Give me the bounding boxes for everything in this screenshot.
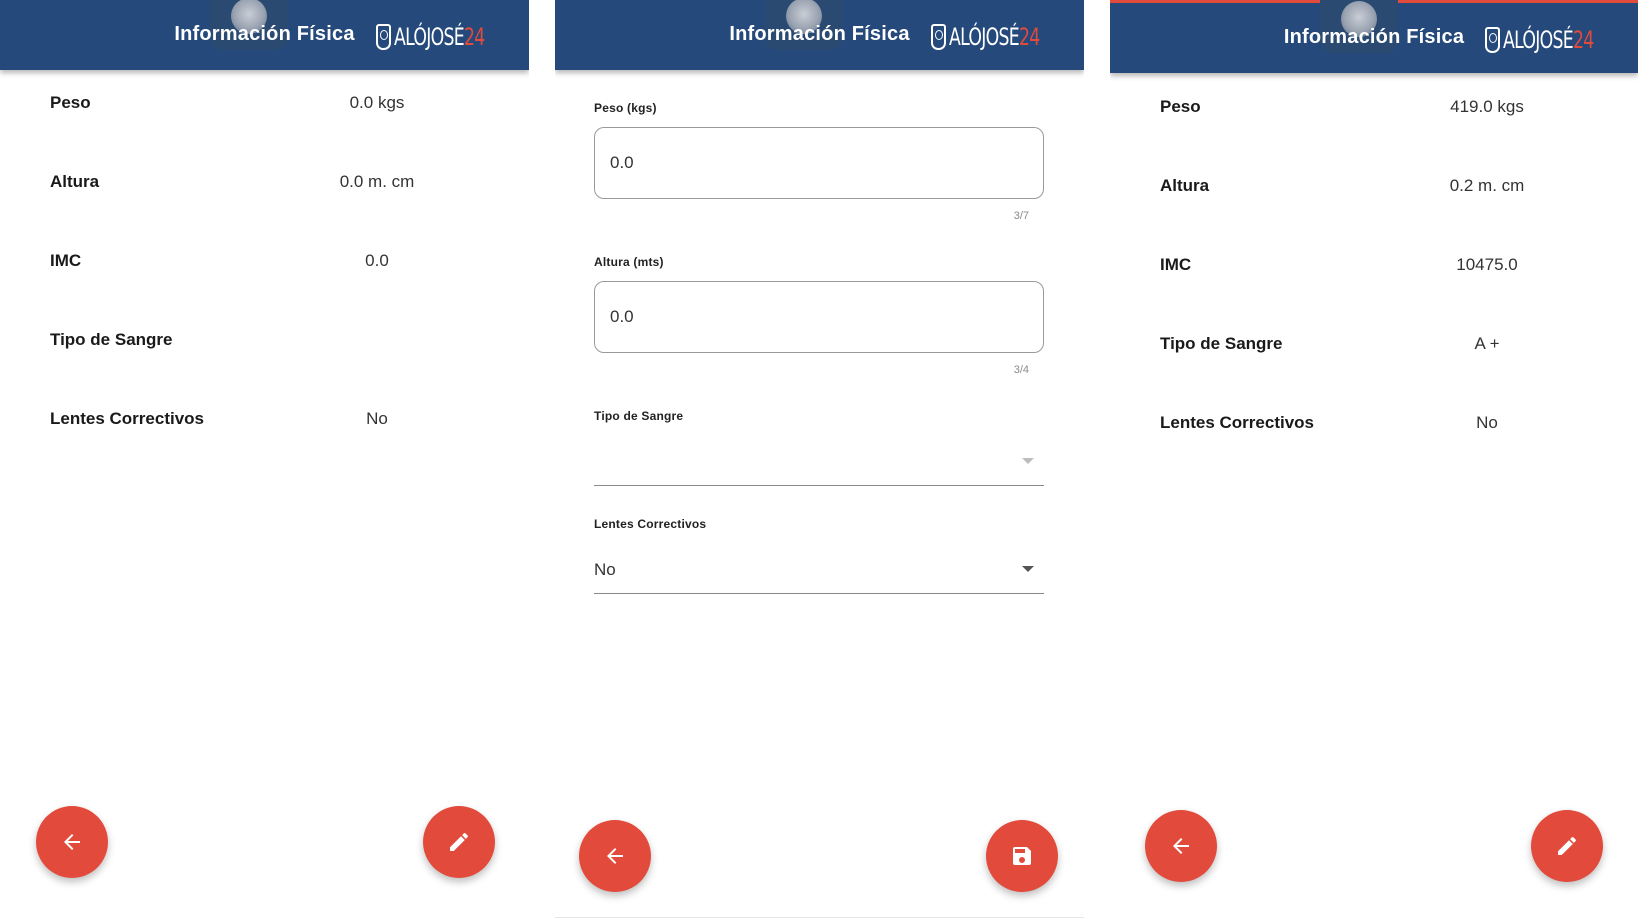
info-label: Lentes Correctivos	[1160, 413, 1314, 432]
info-label: IMC	[50, 251, 82, 270]
arrow-left-icon	[1173, 838, 1189, 854]
floppy-disk-icon	[1013, 847, 1031, 865]
info-row-lentes: Lentes Correctivos No	[50, 409, 474, 439]
altura-label: Altura (mts)	[594, 255, 664, 269]
edit-button[interactable]	[1531, 810, 1603, 882]
lentes-label: Lentes Correctivos	[594, 517, 707, 531]
info-row-peso: Peso 419.0 kgs	[1160, 97, 1584, 127]
logo-mark-icon	[931, 24, 947, 50]
lentes-value: No	[594, 560, 616, 579]
altura-field[interactable]	[594, 281, 1044, 353]
peso-input[interactable]	[610, 150, 1010, 176]
pencil-icon	[1558, 836, 1576, 855]
info-row-imc: IMC 0.0	[50, 251, 474, 281]
info-row-tipo-sangre: Tipo de Sangre	[50, 330, 474, 360]
back-button[interactable]	[579, 820, 651, 892]
physical-info-view-screen: Información Física ALÓJOSÉ24 Peso 0.0 kg…	[0, 0, 529, 918]
info-row-altura: Altura 0.0 m. cm	[50, 172, 474, 202]
info-label: Tipo de Sangre	[1160, 334, 1283, 353]
info-value: 0.2 m. cm	[1449, 176, 1525, 195]
info-label: Altura	[50, 172, 100, 191]
save-button[interactable]	[986, 820, 1058, 892]
physical-info-edit-screen: Información Física ALÓJOSÉ24 Peso (kgs) …	[555, 0, 1084, 918]
info-value: 10475.0	[1456, 255, 1518, 274]
physical-info-view-screen-filled: Información Física ALÓJOSÉ24 Peso 419.0 …	[1110, 0, 1638, 918]
info-value: No	[1476, 413, 1498, 432]
info-value: A +	[1474, 334, 1500, 353]
app-bar: Información Física ALÓJOSÉ24	[555, 0, 1084, 70]
info-value: 0.0 kgs	[349, 93, 405, 112]
app-bar: Información Física ALÓJOSÉ24	[1110, 0, 1638, 73]
chevron-down-icon	[1022, 566, 1034, 572]
app-bar: Información Física ALÓJOSÉ24	[0, 0, 529, 70]
info-row-tipo-sangre: Tipo de Sangre A +	[1160, 334, 1584, 364]
info-row-lentes: Lentes Correctivos No	[1160, 413, 1584, 443]
info-value: 0.0	[365, 251, 389, 270]
info-label: Lentes Correctivos	[50, 409, 204, 428]
info-value: 0.0 m. cm	[339, 172, 415, 191]
info-row-peso: Peso 0.0 kgs	[50, 93, 474, 123]
pencil-icon	[450, 832, 468, 851]
lentes-select[interactable]: No	[594, 532, 1044, 594]
info-label: Peso	[50, 93, 91, 112]
back-button[interactable]	[1145, 810, 1217, 882]
info-value: 419.0 kgs	[1450, 97, 1524, 116]
peso-char-counter: 3/7	[1013, 210, 1029, 222]
back-button[interactable]	[36, 806, 108, 878]
tipo-sangre-select[interactable]	[594, 424, 1044, 486]
info-row-imc: IMC 10475.0	[1160, 255, 1584, 285]
altura-char-counter: 3/4	[1013, 364, 1029, 376]
peso-label: Peso (kgs)	[594, 101, 657, 115]
tipo-sangre-label: Tipo de Sangre	[594, 409, 684, 423]
info-value: No	[366, 409, 388, 428]
edit-button[interactable]	[423, 806, 495, 878]
brand-logo: ALÓJOSÉ24	[376, 21, 520, 53]
info-label: Altura	[1160, 176, 1210, 195]
logo-mark-icon	[1485, 27, 1501, 53]
info-label: Tipo de Sangre	[50, 330, 173, 349]
logo-mark-icon	[376, 24, 392, 50]
brand-logo: ALÓJOSÉ24	[1485, 24, 1629, 56]
altura-input[interactable]	[610, 304, 1010, 330]
peso-field[interactable]	[594, 127, 1044, 199]
arrow-left-icon	[607, 848, 623, 864]
info-label: Peso	[1160, 97, 1201, 116]
brand-logo: ALÓJOSÉ24	[931, 21, 1075, 53]
chevron-down-icon	[1022, 458, 1034, 464]
info-row-altura: Altura 0.2 m. cm	[1160, 176, 1584, 206]
arrow-left-icon	[64, 834, 80, 850]
info-label: IMC	[1160, 255, 1192, 274]
